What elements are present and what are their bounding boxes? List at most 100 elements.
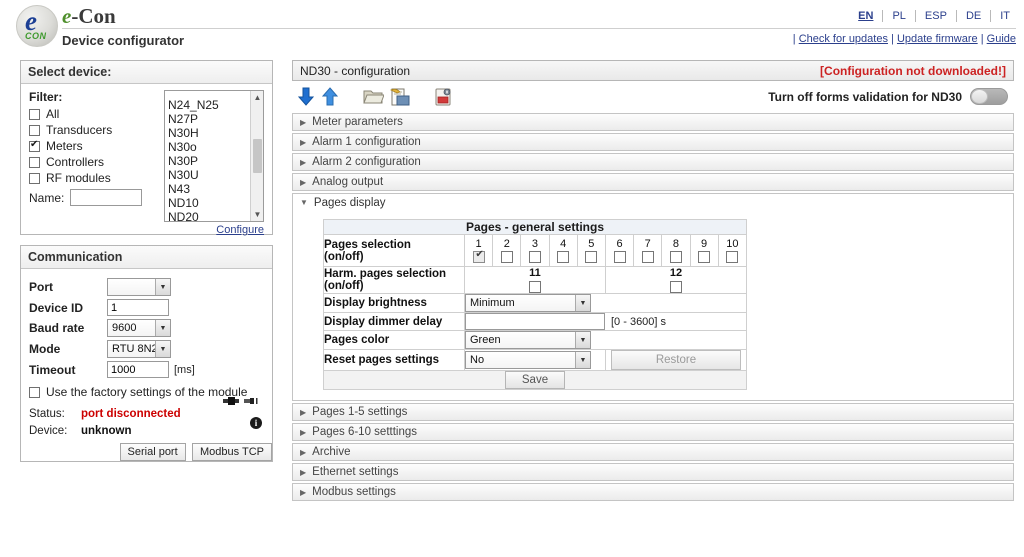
download-arrow-icon[interactable] bbox=[296, 86, 316, 111]
page-checkbox-5[interactable] bbox=[585, 251, 598, 263]
lang-esp[interactable]: ESP bbox=[916, 10, 957, 22]
device-id-input[interactable] bbox=[107, 299, 169, 316]
device-item-n24n25[interactable]: N24_N25 bbox=[165, 98, 250, 112]
device-item-nd10[interactable]: ND10 bbox=[165, 196, 250, 210]
page-checkbox-3[interactable] bbox=[528, 251, 541, 263]
harm-checkbox-12[interactable] bbox=[669, 281, 682, 294]
page-checkbox-8[interactable] bbox=[669, 251, 682, 263]
section-pages-display[interactable]: ▼ Pages display bbox=[292, 193, 1014, 211]
filter-meters-checkbox[interactable] bbox=[29, 139, 40, 152]
select-device-body: Filter: All Transducers Meters bbox=[21, 84, 272, 236]
chevron-down-icon: ▼ bbox=[575, 352, 590, 369]
section-pages-1-5-settings[interactable]: ▶ Pages 1-5 settings bbox=[292, 403, 1014, 422]
harm-cell-11: 11 bbox=[464, 266, 606, 295]
harm-checkbox-11[interactable] bbox=[528, 281, 541, 294]
update-firmware-link[interactable]: Update firmware bbox=[897, 33, 978, 45]
pages-color-row: Pages color Green ▼ bbox=[323, 330, 747, 351]
check-for-updates-link[interactable]: Check for updates bbox=[799, 33, 888, 45]
modbus-tcp-button[interactable]: Modbus TCP bbox=[192, 443, 272, 461]
filter-controllers-checkbox[interactable] bbox=[29, 156, 40, 168]
filter-rf-modules-checkbox[interactable] bbox=[29, 172, 40, 184]
page-checkbox-9[interactable] bbox=[698, 251, 711, 263]
baud-rate-row: Baud rate 9600 ▼ bbox=[29, 319, 264, 337]
open-folder-icon[interactable] bbox=[362, 86, 385, 111]
forms-validation-toggle[interactable] bbox=[970, 88, 1008, 105]
pages-display-panel: Pages - general settings Pages selection… bbox=[292, 211, 1014, 402]
pages-color-select[interactable]: Green ▼ bbox=[465, 331, 591, 350]
lang-it[interactable]: IT bbox=[991, 10, 1012, 22]
guide-link[interactable]: Guide bbox=[987, 33, 1016, 45]
section-modbus-settings[interactable]: ▶ Modbus settings bbox=[292, 483, 1014, 502]
baud-rate-select[interactable]: 9600 ▼ bbox=[107, 319, 171, 337]
comm-buttons: Serial port Modbus TCP bbox=[21, 441, 272, 461]
section-ethernet-label: Ethernet settings bbox=[312, 466, 399, 479]
section-alarm-1-configuration[interactable]: ▶ Alarm 1 configuration bbox=[292, 133, 1014, 151]
section-meter-parameters[interactable]: ▶ Meter parameters bbox=[292, 113, 1014, 131]
factory-settings-checkbox[interactable] bbox=[29, 386, 40, 398]
reset-pages-select[interactable]: No ▼ bbox=[465, 351, 591, 370]
scroll-thumb[interactable] bbox=[253, 139, 262, 173]
section-alarm-2-configuration[interactable]: ▶ Alarm 2 configuration bbox=[292, 153, 1014, 171]
device-item-n30h[interactable]: N30H bbox=[165, 126, 250, 140]
lang-de[interactable]: DE bbox=[957, 10, 992, 22]
section-ethernet-settings[interactable]: ▶ Ethernet settings bbox=[292, 463, 1014, 482]
device-id-label: Device ID bbox=[29, 300, 84, 315]
device-item-n30o[interactable]: N30o bbox=[165, 140, 250, 154]
device-item-n43[interactable]: N43 bbox=[165, 182, 250, 196]
brightness-select[interactable]: Minimum ▼ bbox=[465, 294, 591, 313]
dimmer-input[interactable] bbox=[465, 313, 605, 331]
info-icon[interactable]: i bbox=[250, 417, 262, 429]
page-checkbox-wrap-10 bbox=[719, 250, 746, 266]
config-toolbar: Turn off forms validation for ND30 bbox=[292, 81, 1014, 113]
upload-arrow-icon[interactable] bbox=[320, 86, 340, 111]
device-item-n27p[interactable]: N27P bbox=[165, 112, 250, 126]
mode-select[interactable]: RTU 8N2 ▼ bbox=[107, 340, 171, 358]
report-pdf-icon[interactable] bbox=[432, 86, 454, 111]
page-number-7: 7 bbox=[644, 238, 651, 250]
section-pages-1-5-label: Pages 1-5 settings bbox=[312, 406, 408, 419]
page-checkbox-7[interactable] bbox=[641, 251, 654, 263]
device-list-scrollbar[interactable]: ▲ ▼ bbox=[250, 91, 263, 221]
section-modbus-label: Modbus settings bbox=[312, 486, 396, 499]
device-item-partial[interactable] bbox=[165, 91, 250, 98]
link-sep-0: | bbox=[792, 33, 796, 45]
device-item-nd20[interactable]: ND20 bbox=[165, 210, 250, 221]
lang-en[interactable]: EN bbox=[849, 10, 884, 22]
page-checkbox-wrap-7 bbox=[634, 250, 661, 266]
section-archive[interactable]: ▶ Archive bbox=[292, 443, 1014, 462]
page-checkbox-10[interactable] bbox=[726, 251, 739, 263]
section-analog-output-label: Analog output bbox=[312, 176, 384, 188]
configure-link[interactable]: Configure bbox=[216, 224, 264, 236]
device-item-n30p[interactable]: N30P bbox=[165, 154, 250, 168]
save-button[interactable]: Save bbox=[504, 371, 566, 390]
page-cell-7: 7 bbox=[633, 233, 663, 268]
scroll-down-icon[interactable]: ▼ bbox=[251, 208, 263, 221]
page-checkbox-4[interactable] bbox=[557, 251, 570, 263]
harm-label-line1: Harm. pages selection bbox=[324, 268, 447, 281]
page-checkbox-wrap-4 bbox=[550, 250, 577, 266]
save-as-icon[interactable] bbox=[388, 86, 410, 111]
dimmer-range-hint: [0 - 3600] s bbox=[611, 315, 667, 328]
restore-button[interactable]: Restore bbox=[610, 350, 741, 371]
chevron-down-icon: ▼ bbox=[155, 341, 170, 357]
page-checkbox-6[interactable] bbox=[613, 251, 626, 263]
serial-port-button[interactable]: Serial port bbox=[119, 443, 186, 461]
device-listbox[interactable]: N24_N25 N27P N30H N30o N30P N30U N43 ND1… bbox=[164, 90, 264, 222]
device-name-input[interactable] bbox=[70, 189, 143, 206]
filter-all-checkbox[interactable] bbox=[29, 108, 40, 120]
lang-pl[interactable]: PL bbox=[883, 10, 916, 22]
brightness-value: Minimum bbox=[470, 297, 515, 310]
pages-selection-label-line2: (on/off) bbox=[324, 250, 364, 263]
harm-pages-row: Harm. pages selection (on/off) 11 12 bbox=[323, 266, 748, 295]
port-select[interactable]: ▼ bbox=[107, 278, 171, 296]
page-checkbox-2[interactable] bbox=[500, 251, 513, 263]
page-checkbox-1[interactable] bbox=[472, 249, 486, 263]
filter-transducers-checkbox[interactable] bbox=[29, 124, 40, 136]
section-analog-output[interactable]: ▶ Analog output bbox=[292, 173, 1014, 191]
scroll-up-icon[interactable]: ▲ bbox=[251, 91, 263, 104]
plug-connected-icon[interactable] bbox=[222, 395, 262, 407]
page-number-2: 2 bbox=[503, 238, 510, 250]
timeout-input[interactable] bbox=[107, 361, 169, 378]
device-item-n30u[interactable]: N30U bbox=[165, 168, 250, 182]
section-pages-6-10-settings[interactable]: ▶ Pages 6-10 setttings bbox=[292, 423, 1014, 442]
